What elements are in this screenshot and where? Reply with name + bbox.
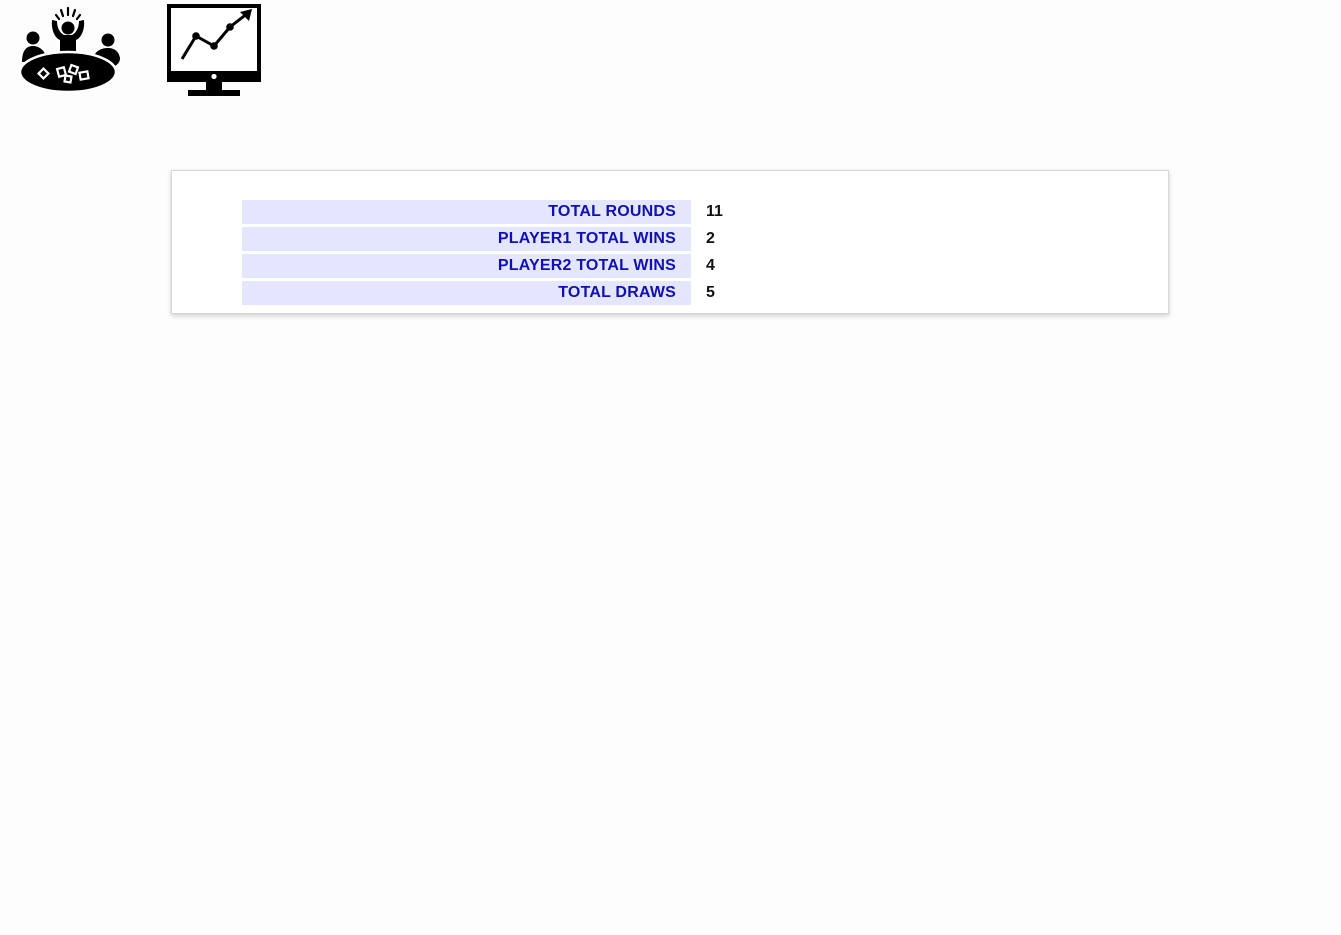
top-nav [0,0,400,100]
stats-panel: TOTAL ROUNDS 11 PLAYER1 TOTAL WINS 2 PLA… [171,170,1169,314]
stats-row-player1-wins: PLAYER1 TOTAL WINS 2 [242,227,723,251]
stat-value: 5 [706,284,715,301]
stat-value: 2 [706,230,715,247]
stat-label: PLAYER1 TOTAL WINS [242,227,691,251]
stats-row-total-draws: TOTAL DRAWS 5 [242,281,723,305]
stat-label: TOTAL DRAWS [242,281,691,305]
stats-row-total-rounds: TOTAL ROUNDS 11 [242,200,723,224]
stats-row-player2-wins: PLAYER2 TOTAL WINS 4 [242,254,723,278]
stat-label: TOTAL ROUNDS [242,200,691,224]
stats-table: TOTAL ROUNDS 11 PLAYER1 TOTAL WINS 2 PLA… [242,197,723,308]
stat-value: 11 [706,203,723,220]
card-game-table-icon[interactable] [18,6,122,96]
stat-label: PLAYER2 TOTAL WINS [242,254,691,278]
stats-monitor-icon[interactable] [166,3,262,98]
stat-value: 4 [706,257,715,274]
